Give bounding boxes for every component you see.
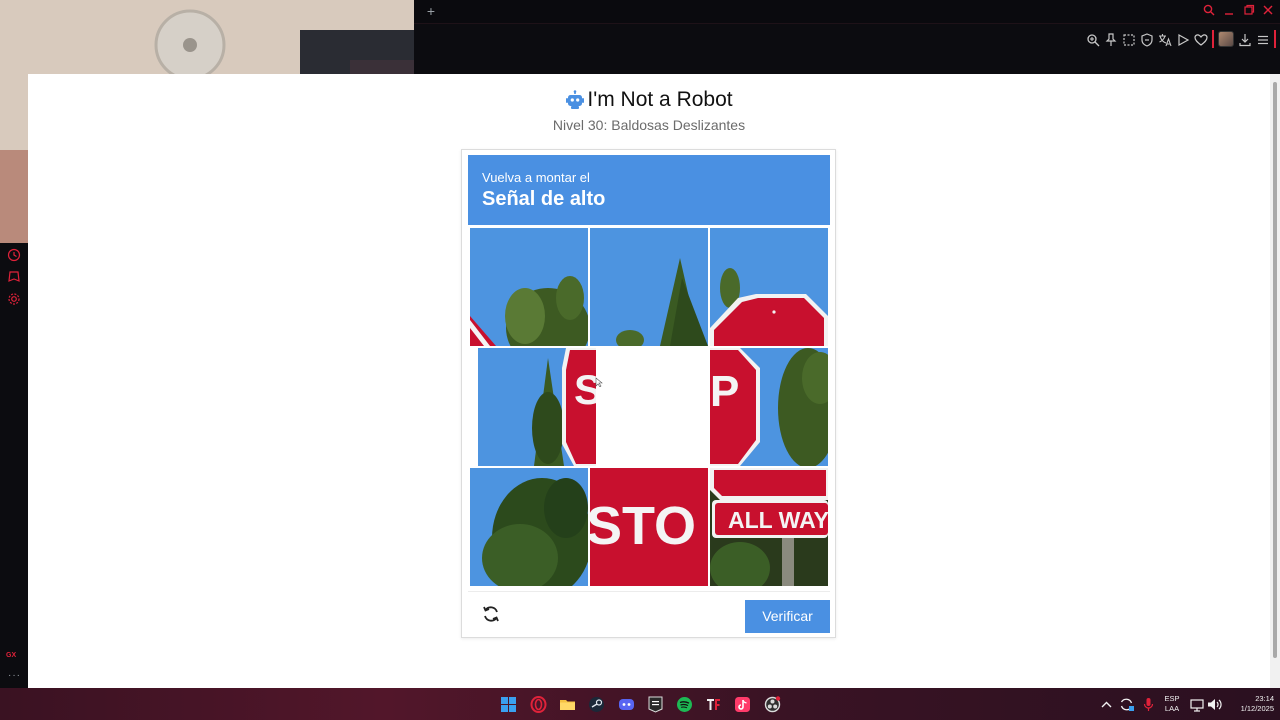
tile-text-sto: STO	[590, 496, 696, 556]
more-icon[interactable]: ···	[8, 670, 21, 681]
spotify-icon[interactable]	[676, 696, 693, 713]
language-code: ESP	[1164, 694, 1180, 703]
download-icon[interactable]	[1238, 33, 1252, 47]
profile-avatar[interactable]	[1218, 31, 1234, 47]
new-tab-button[interactable]: +	[424, 4, 438, 18]
volume-icon[interactable]	[1206, 696, 1223, 713]
sync-icon[interactable]	[1118, 696, 1135, 713]
history-icon[interactable]	[7, 248, 21, 262]
translate-icon[interactable]	[1158, 33, 1172, 47]
chevron-up-icon[interactable]	[1098, 696, 1112, 713]
puzzle-tile[interactable]: ALL WAY	[710, 468, 828, 586]
puzzle-tile[interactable]: P	[710, 348, 828, 466]
snapshot-icon[interactable]	[1122, 33, 1136, 47]
refresh-icon[interactable]	[481, 604, 501, 624]
shield-icon[interactable]	[1140, 33, 1154, 47]
network-icon[interactable]	[1189, 696, 1206, 713]
clock-time: 23:14	[1255, 694, 1274, 703]
captcha-footer: Verificar	[468, 591, 830, 637]
tiktok-icon[interactable]	[734, 696, 751, 713]
tile-letter-p: P	[710, 367, 739, 416]
tile-letter-s: S	[574, 366, 596, 413]
puzzle-tile[interactable]	[470, 468, 588, 586]
puzzle-tile[interactable]	[590, 228, 708, 346]
robot-icon	[565, 90, 585, 110]
player-icon[interactable]	[1176, 33, 1190, 47]
typeform-icon[interactable]	[705, 696, 722, 713]
accent-bar	[1212, 30, 1214, 48]
captcha-target: Señal de alto	[482, 188, 606, 210]
minimize-button[interactable]	[1222, 4, 1236, 18]
pin-icon[interactable]	[1104, 33, 1118, 47]
menu-icon[interactable]	[1256, 33, 1270, 47]
layout-code: LAA	[1164, 704, 1180, 713]
mouse-cursor	[595, 374, 603, 388]
heart-icon[interactable]	[1194, 33, 1208, 47]
browser-tab-bar: +	[414, 0, 1280, 24]
puzzle-tile[interactable]	[710, 228, 828, 346]
file-explorer-icon[interactable]	[559, 696, 576, 713]
captcha-header: Vuelva a montar el Señal de alto	[468, 155, 830, 225]
page-scrollbar[interactable]	[1270, 74, 1280, 688]
puzzle-tile[interactable]	[470, 228, 588, 346]
tile-grid: S P STO ALL WAY	[469, 227, 830, 588]
scrollbar-thumb[interactable]	[1273, 82, 1277, 658]
zoom-icon[interactable]	[1086, 33, 1100, 47]
puzzle-tile[interactable]: STO	[590, 468, 708, 586]
clock[interactable]: 23:14 1/12/2025	[1224, 694, 1274, 714]
page-title: I'm Not a Robot	[539, 88, 759, 114]
browser-toolbar	[414, 25, 1280, 74]
empty-slot[interactable]	[598, 348, 710, 466]
captcha-instruction: Vuelva a montar el	[482, 170, 590, 185]
browser-sidebar: GX ···	[0, 243, 28, 688]
accent-bar	[1274, 30, 1276, 48]
steam-icon[interactable]	[588, 696, 605, 713]
messenger-icon[interactable]	[7, 270, 21, 284]
close-window-button[interactable]	[1261, 4, 1275, 18]
puzzle-tile[interactable]: S	[478, 348, 596, 466]
taskbar: ESP LAA 23:14 1/12/2025	[0, 688, 1280, 720]
verify-button[interactable]: Verificar	[745, 600, 830, 633]
gx-control-icon[interactable]: GX	[6, 652, 16, 659]
keyboard-language[interactable]: ESP LAA	[1160, 694, 1184, 714]
clock-date: 1/12/2025	[1240, 704, 1274, 713]
restore-button[interactable]	[1242, 4, 1256, 18]
mic-muted-icon[interactable]	[1140, 696, 1157, 713]
captcha-card: Vuelva a montar el Señal de alto S P STO…	[461, 149, 836, 638]
search-tabs-icon[interactable]	[1202, 4, 1216, 18]
obs-icon[interactable]	[764, 696, 781, 713]
epic-games-icon[interactable]	[647, 696, 664, 713]
settings-icon[interactable]	[7, 292, 21, 306]
discord-icon[interactable]	[618, 696, 635, 713]
opera-gx-icon[interactable]	[530, 696, 547, 713]
page-subtitle: Nivel 30: Baldosas Deslizantes	[552, 117, 746, 133]
page-title-text: I'm Not a Robot	[587, 88, 733, 111]
tile-text-all-way: ALL WAY	[728, 507, 828, 533]
screen: + GX ··· I'm Not a Robot Nivel 30: Baldo…	[0, 0, 1280, 720]
windows-start-icon[interactable]	[500, 696, 517, 713]
